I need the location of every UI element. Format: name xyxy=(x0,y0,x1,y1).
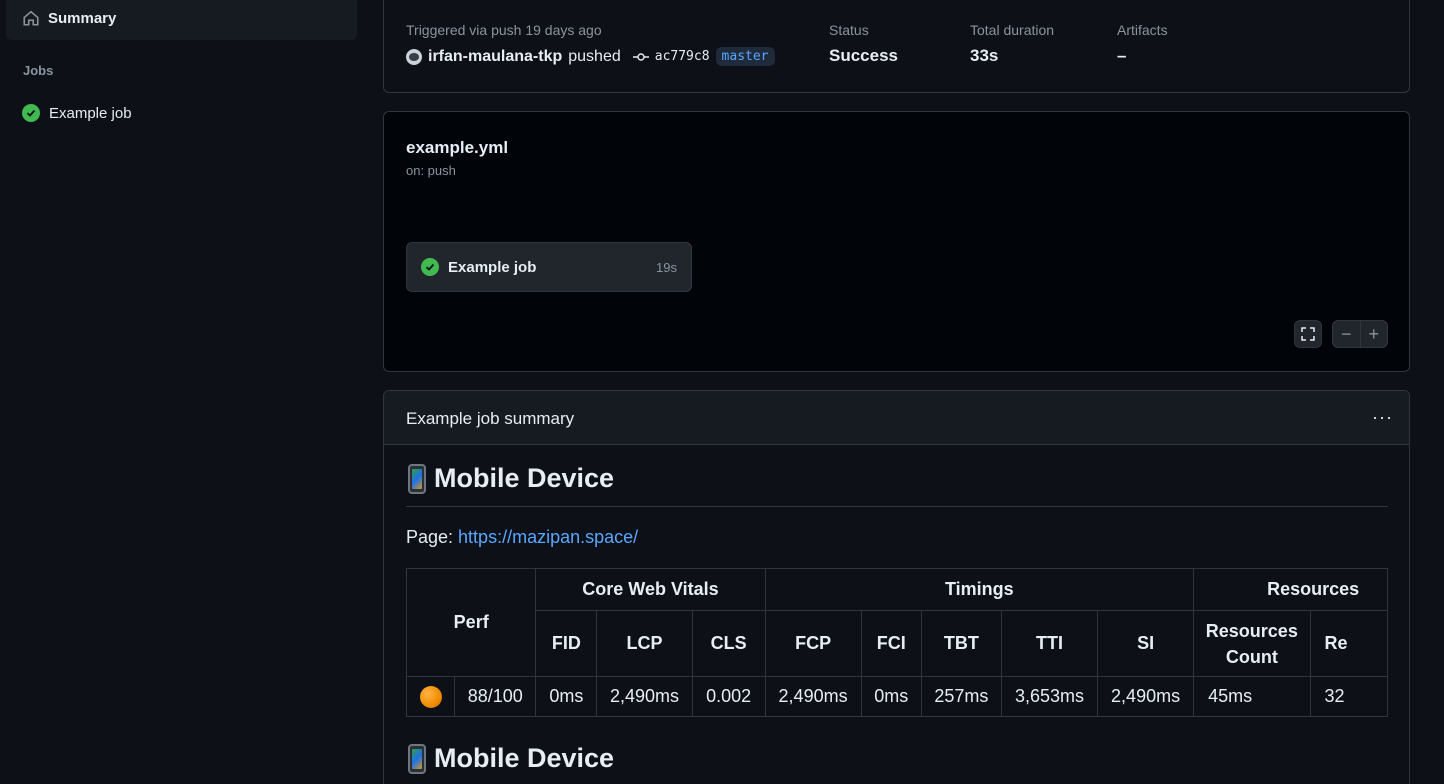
branch-badge[interactable]: master xyxy=(715,47,775,66)
table-cell: 88/100 xyxy=(454,676,537,717)
column-header: FCP xyxy=(764,610,862,677)
table-header-row: FID LCP CLS FCP FCI TBT TTI SI Resources… xyxy=(407,610,1388,677)
mobile-phone-icon xyxy=(408,743,426,774)
column-header: LCP xyxy=(596,610,693,677)
mobile-phone-icon xyxy=(408,463,426,494)
duration-block: Total duration 33s xyxy=(970,22,1054,66)
column-group-resources: Resources xyxy=(1193,568,1388,611)
job-node-duration: 19s xyxy=(656,259,677,275)
success-check-icon xyxy=(22,104,40,122)
git-commit-icon xyxy=(632,49,649,65)
metrics-table-scroll[interactable]: Perf Core Web Vitals Timings Resources F… xyxy=(406,568,1388,718)
app-window: Summary Jobs Example job Triggered via p… xyxy=(0,0,1444,784)
perf-icon-cell xyxy=(406,676,456,717)
column-header: TBT xyxy=(920,610,1002,677)
job-node-name: Example job xyxy=(448,258,537,276)
sidebar-item-summary[interactable]: Summary xyxy=(6,0,357,40)
column-group-timings: Timings xyxy=(764,568,1195,611)
column-header: FCI xyxy=(860,610,922,677)
sidebar-item-label: Example job xyxy=(49,104,132,122)
workflow-graph-card: example.yml on: push Example job 19s − + xyxy=(383,111,1410,372)
heading-divider xyxy=(406,506,1388,507)
zoom-controls: − + xyxy=(1332,320,1388,348)
workflow-trigger: on: push xyxy=(406,163,456,178)
zoom-out-button[interactable]: − xyxy=(1333,321,1361,347)
jobs-heading: Jobs xyxy=(23,63,54,78)
avatar[interactable] xyxy=(406,48,422,65)
job-summary-header: Example job summary ··· xyxy=(384,391,1409,445)
action-text: pushed xyxy=(568,47,621,65)
column-header: Resources Count xyxy=(1193,610,1311,677)
sidebar: Summary Jobs Example job xyxy=(0,0,365,784)
table-cell: 0ms xyxy=(535,676,598,717)
fullscreen-icon xyxy=(1301,327,1315,341)
artifacts-block: Artifacts – xyxy=(1117,22,1168,66)
metrics-table: Perf Core Web Vitals Timings Resources F… xyxy=(406,568,1388,717)
orange-circle-icon xyxy=(419,685,442,708)
fullscreen-button[interactable] xyxy=(1294,320,1322,348)
workflow-file-title: example.yml xyxy=(406,138,509,157)
page-url-link[interactable]: https://mazipan.space/ xyxy=(458,527,638,547)
table-row: 88/100 0ms 2,490ms 0.002 2,490ms 0ms 257… xyxy=(406,676,1388,717)
table-group-header-row: Perf Core Web Vitals Timings Resources xyxy=(406,568,1388,677)
page-line: Page: https://mazipan.space/ xyxy=(406,527,638,548)
zoom-in-button[interactable]: + xyxy=(1361,321,1388,347)
section-heading: Mobile Device xyxy=(408,463,614,494)
section-heading: Mobile Device xyxy=(408,743,614,774)
column-header: CLS xyxy=(691,610,766,677)
table-cell: 3,653ms xyxy=(1000,676,1099,717)
status-value: Success xyxy=(829,46,898,65)
table-cell: 0.002 xyxy=(691,676,766,717)
trigger-details: irfan-maulana-tkp pushed ac779c8 master xyxy=(406,47,775,66)
actor-link[interactable]: irfan-maulana-tkp xyxy=(428,48,562,66)
column-header: Re xyxy=(1309,610,1388,677)
table-cell: 257ms xyxy=(920,676,1002,717)
run-summary-card: Triggered via push 19 days ago irfan-mau… xyxy=(383,0,1410,93)
table-cell: 45ms xyxy=(1193,676,1311,717)
sidebar-item-example-job[interactable]: Example job xyxy=(22,104,132,122)
job-summary-title: Example job summary xyxy=(406,409,575,428)
job-summary-card: Example job summary ··· Mobile Device Pa… xyxy=(383,390,1410,784)
duration-label: Total duration xyxy=(970,22,1055,38)
duration-value: 33s xyxy=(970,46,999,65)
commit-sha-link[interactable]: ac779c8 xyxy=(655,49,710,64)
status-label: Status xyxy=(829,22,869,38)
trigger-label: Triggered via push 19 days ago xyxy=(406,22,602,38)
column-group-core-web-vitals: Core Web Vitals xyxy=(535,568,766,611)
status-block: Status Success xyxy=(829,22,898,66)
sidebar-item-label: Summary xyxy=(48,9,117,27)
kebab-menu-icon[interactable]: ··· xyxy=(1372,407,1393,428)
table-cell: 0ms xyxy=(860,676,922,717)
table-cell: 32 xyxy=(1309,676,1388,717)
page-label: Page: xyxy=(406,527,459,547)
artifacts-label: Artifacts xyxy=(1117,22,1168,38)
column-header-perf: Perf xyxy=(406,568,537,677)
table-cell: 2,490ms xyxy=(596,676,693,717)
home-icon xyxy=(22,9,40,27)
job-node-example-job[interactable]: Example job 19s xyxy=(406,242,692,292)
table-cell: 2,490ms xyxy=(764,676,862,717)
section-heading-text: Mobile Device xyxy=(434,743,615,773)
artifacts-value: – xyxy=(1117,46,1127,65)
table-cell: 2,490ms xyxy=(1097,676,1195,717)
success-check-icon xyxy=(421,258,439,276)
column-header: SI xyxy=(1097,610,1195,677)
section-heading-text: Mobile Device xyxy=(434,463,615,493)
column-header: FID xyxy=(535,610,598,677)
column-header: TTI xyxy=(1000,610,1099,677)
